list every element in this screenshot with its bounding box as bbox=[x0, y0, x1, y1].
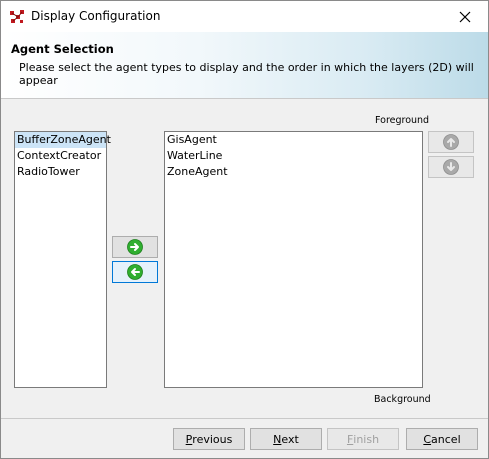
move-down-button[interactable] bbox=[428, 156, 474, 178]
move-up-button[interactable] bbox=[428, 131, 474, 153]
foreground-label: Foreground bbox=[375, 115, 430, 126]
cancel-label-rest: ancel bbox=[431, 432, 461, 446]
finish-button[interactable]: Finish bbox=[327, 428, 399, 450]
next-button[interactable]: Next bbox=[250, 428, 322, 450]
arrow-left-circle-icon bbox=[127, 264, 143, 280]
app-logo-icon bbox=[10, 10, 24, 23]
previous-label-rest: revious bbox=[192, 432, 233, 446]
next-label-rest: ext bbox=[281, 432, 299, 446]
list-item[interactable]: ContextCreator bbox=[15, 148, 106, 164]
close-button[interactable] bbox=[442, 1, 488, 32]
cancel-button[interactable]: Cancel bbox=[406, 428, 478, 450]
list-item[interactable]: GisAgent bbox=[165, 132, 422, 148]
available-agents-list[interactable]: BufferZoneAgent ContextCreator RadioTower bbox=[14, 131, 111, 388]
previous-mnemonic: P bbox=[185, 432, 193, 446]
display-configuration-window: Display Configuration Agent Selection Pl… bbox=[0, 0, 489, 459]
arrow-right-circle-icon bbox=[127, 239, 143, 255]
remove-from-display-button[interactable] bbox=[112, 261, 158, 283]
wizard-header: Agent Selection Please select the agent … bbox=[1, 32, 488, 99]
close-icon bbox=[459, 11, 471, 22]
background-label: Background bbox=[374, 394, 431, 405]
finish-label-rest: inish bbox=[353, 432, 380, 446]
header-description: Please select the agent types to display… bbox=[19, 61, 474, 87]
cancel-mnemonic: C bbox=[423, 432, 432, 446]
list-item[interactable]: ZoneAgent bbox=[165, 164, 422, 180]
arrow-up-circle-icon bbox=[443, 134, 459, 150]
title-bar[interactable]: Display Configuration bbox=[1, 1, 488, 32]
list-item[interactable]: BufferZoneAgent bbox=[15, 132, 111, 148]
window-title: Display Configuration bbox=[31, 9, 161, 23]
list-item[interactable]: RadioTower bbox=[15, 164, 106, 180]
displayed-agents-list[interactable]: GisAgent WaterLine ZoneAgent bbox=[164, 131, 423, 388]
previous-button[interactable]: Previous bbox=[173, 428, 245, 450]
list-item[interactable]: WaterLine bbox=[165, 148, 422, 164]
arrow-down-circle-icon bbox=[443, 159, 459, 175]
header-title: Agent Selection bbox=[11, 42, 114, 56]
add-to-display-button[interactable] bbox=[112, 236, 158, 258]
next-mnemonic: N bbox=[273, 432, 282, 446]
